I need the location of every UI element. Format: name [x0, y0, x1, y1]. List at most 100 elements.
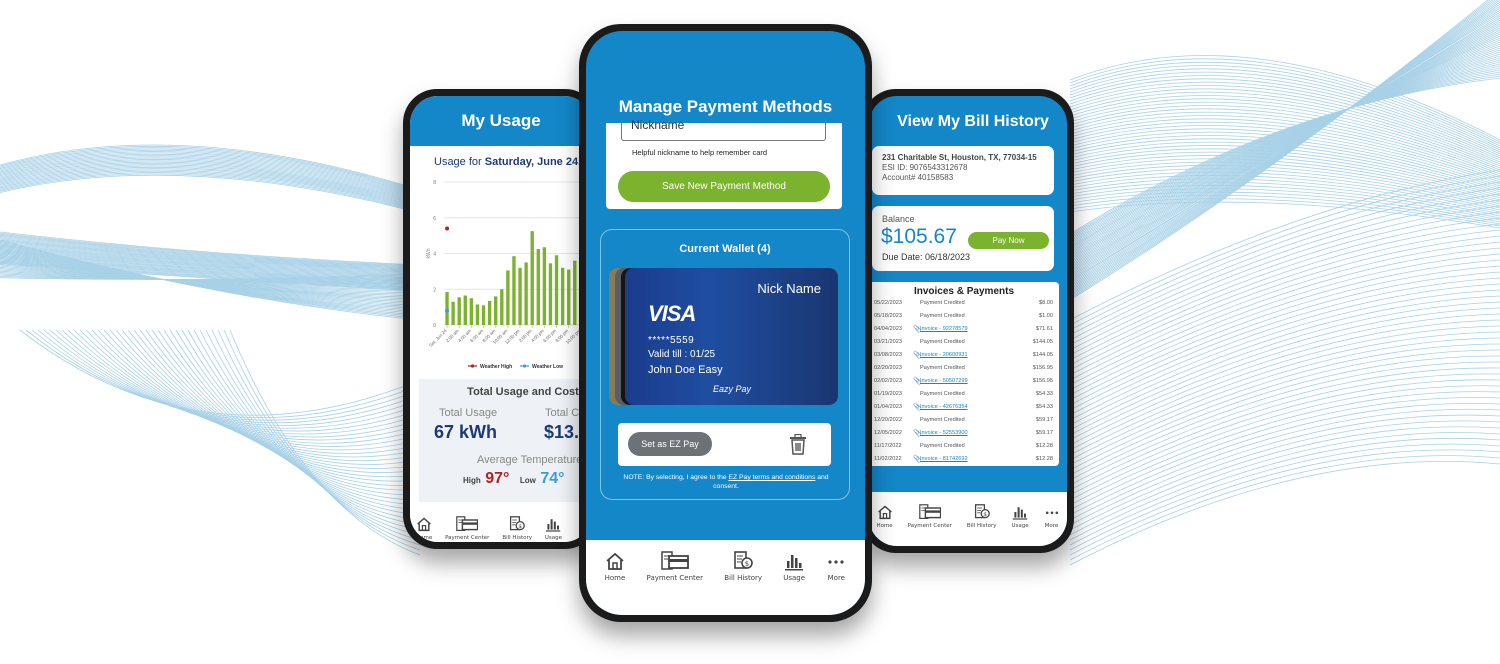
invoice-row[interactable]: 12/05/2022 📎 Invoice - 52553900 $59.17 [869, 427, 1059, 440]
bottom-nav: Home Payment Center $ Bill History Usage More [869, 492, 1067, 546]
nav-label: Usage [544, 535, 562, 541]
invoice-link[interactable]: Invoice - 52553900 [920, 427, 968, 440]
invoice-link[interactable]: Invoice - 92278579 [920, 323, 968, 336]
nav-item-payment-center[interactable]: Payment Center [908, 504, 952, 529]
weather-high-point [445, 226, 450, 231]
x-tick-label: Sat, Jun 24 [428, 328, 448, 348]
set-ez-pay-button[interactable]: Set as EZ Pay [628, 432, 712, 456]
account-card: 231 Charitable St, Houston, TX, 77034-15… [872, 146, 1054, 195]
wave-line [0, 173, 421, 213]
wave-line [109, 329, 421, 462]
svg-text:$: $ [745, 560, 749, 568]
usage-bar [445, 291, 449, 325]
invoice-row[interactable]: 01/04/2023 📎 Invoice - 42676354 $54.33 [869, 401, 1059, 414]
y-tick-label: 8 [433, 180, 436, 186]
card-number: *****5559 [648, 335, 695, 346]
nav-label: Usage [1011, 523, 1029, 529]
bill-history-icon: $ [733, 551, 753, 571]
payment-card[interactable]: Nick Name VISA *****5559 Valid till : 01… [625, 268, 838, 405]
invoice-desc: Payment Credited [920, 339, 965, 345]
invoice-date: 01/19/2023 [874, 391, 902, 397]
nav-item-home[interactable]: Home [416, 516, 432, 541]
nav-item-home[interactable]: Home [876, 504, 893, 529]
invoice-amount: $8.00 [1039, 300, 1053, 306]
invoice-row: 01/19/2023 Payment Credited $54.33 [869, 388, 1059, 401]
usage-bar [451, 301, 455, 325]
high-value: 97° [485, 470, 510, 487]
new-card-form: Nickname Helpful nickname to help rememb… [606, 119, 842, 209]
invoice-row: 05/18/2023 Payment Credited $1.00 [869, 310, 1059, 323]
wave-line [1069, 379, 1500, 496]
invoice-row[interactable]: 04/04/2023 📎 Invoice - 92278579 $71.61 [869, 323, 1059, 336]
invoice-amount: $156.95 [1032, 365, 1053, 371]
usage-bar [548, 263, 553, 325]
usage-bar [494, 296, 498, 325]
save-payment-method-button[interactable]: Save New Payment Method [618, 171, 830, 202]
nav-item-more[interactable]: More [826, 551, 846, 582]
invoice-link[interactable]: Invoice - 20600931 [920, 349, 968, 362]
invoice-link[interactable]: Invoice - 50507299 [920, 375, 968, 388]
nav-item-payment-center[interactable]: Payment Center [445, 516, 489, 541]
y-tick-label: 0 [433, 323, 436, 329]
account-number: Account# 40158583 [882, 173, 954, 182]
page-title: Manage Payment Methods [618, 97, 833, 116]
visa-logo: VISA [648, 301, 696, 326]
card-actions: Set as EZ Pay [618, 423, 831, 466]
usage-bar [512, 256, 516, 325]
note-text: NOTE: By selecting, I agree to the [623, 474, 729, 481]
nav-label: Bill History [966, 523, 997, 529]
low-label: Low [519, 476, 536, 485]
wave-line [1069, 361, 1500, 481]
high-label: High [463, 476, 481, 485]
invoices-panel: Invoices & Payments 05/22/2023 Payment Cr… [869, 282, 1059, 466]
nav-item-bill-history[interactable]: $ Bill History [967, 504, 997, 529]
usage-bar [469, 298, 474, 325]
usage-bar [518, 267, 522, 325]
usage-bar [560, 267, 565, 325]
nickname-input-value: Nickname [631, 119, 685, 132]
invoice-row[interactable]: 02/02/2023 📎 Invoice - 50507299 $156.95 [869, 375, 1059, 388]
nav-item-more[interactable]: More [1044, 504, 1060, 529]
nav-item-bill-history[interactable]: $ Bill History [724, 551, 762, 582]
invoices-list: 05/22/2023 Payment Credited $8.00 05/18/202… [869, 297, 1059, 466]
page-title: My Usage [461, 111, 541, 130]
invoice-link[interactable]: Invoice - 81742692 [920, 453, 968, 466]
nav-label: Payment Center [646, 574, 703, 582]
trash-icon[interactable] [789, 434, 807, 455]
nav-item-usage[interactable]: Usage [1011, 504, 1029, 529]
due-date: Due Date: 06/18/2023 [882, 252, 971, 262]
pay-now-button[interactable]: Pay Now [968, 232, 1049, 249]
usage-bar [463, 295, 467, 325]
usage-icon [545, 516, 561, 532]
payment-methods-phone: Manage Payment Methods Nickname Helpful … [579, 24, 872, 622]
home-icon [605, 551, 625, 571]
nav-item-usage[interactable]: Usage [783, 551, 805, 582]
invoice-row[interactable]: 11/02/2022 📎 Invoice - 81742692 $12.28 [869, 453, 1059, 466]
wave-line [1069, 367, 1500, 486]
usage-summary-panel: Total Usage and Cost Total Usage 67 kWh … [419, 379, 592, 502]
nav-item-home[interactable]: Home [605, 551, 625, 582]
payment-methods-screen: Manage Payment Methods Nickname Helpful … [586, 31, 865, 615]
invoice-row: 03/21/2023 Payment Credited $144.05 [869, 336, 1059, 349]
ez-pay-terms-link[interactable]: EZ Pay terms and conditions [728, 474, 815, 481]
invoice-amount: $59.17 [1035, 417, 1053, 423]
y-tick-label: 6 [433, 216, 436, 222]
wave-line [1069, 461, 1500, 566]
usage-date-line: Usage for Saturday, June 24, 20 [410, 146, 592, 168]
invoice-desc: Payment Credited [920, 300, 965, 306]
invoice-row[interactable]: 03/08/2023 📎 Invoice - 20600931 $144.05 [869, 349, 1059, 362]
low-value: 74° [540, 470, 565, 487]
y-tick-label: 2 [433, 287, 436, 293]
invoice-row: 12/20/2022 Payment Credited $59.17 [869, 414, 1059, 427]
nav-label: Home [876, 523, 893, 529]
nav-item-usage[interactable]: Usage [545, 516, 562, 541]
invoice-link[interactable]: Invoice - 42676354 [920, 401, 968, 414]
nav-item-payment-center[interactable]: Payment Center [647, 551, 703, 582]
invoice-amount: $144.05 [1032, 352, 1053, 358]
balance-card: Balance $105.67 Pay Now Due Date: 06/18/… [872, 206, 1054, 271]
nav-item-bill-history[interactable]: $ Bill History [502, 516, 532, 541]
usage-bar [530, 231, 534, 325]
invoice-date: 04/04/2023 [874, 326, 902, 332]
nickname-input[interactable]: Nickname [621, 119, 826, 141]
legend-label: Weather High [480, 364, 512, 370]
